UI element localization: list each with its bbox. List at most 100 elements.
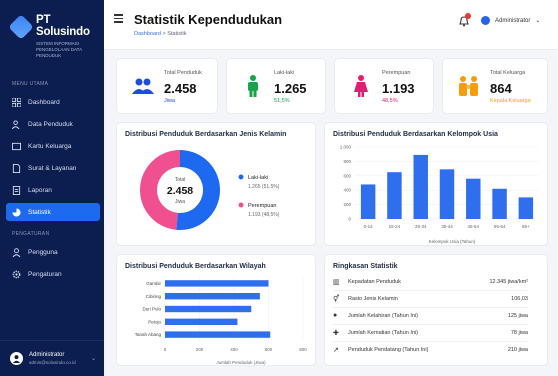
- stat-label: Total Keluarga: [490, 70, 526, 76]
- users-icon: [12, 119, 20, 129]
- sidebar-item-label: Laporan: [28, 186, 52, 194]
- report-icon: [12, 185, 21, 195]
- x-tick-label: 600: [265, 347, 273, 352]
- sidebar-item-label: Dashboard: [28, 98, 60, 106]
- stat-label: Total Penduduk: [164, 70, 202, 76]
- sidebar-item-pengaturan[interactable]: Pengaturan: [6, 265, 100, 283]
- summary-row: ⚥ Rasio Jenis Kelamin 106,03: [333, 295, 528, 303]
- document-icon: [12, 163, 21, 173]
- age-bar-chart: Kelompok Usia (Tahun) 0 200 400 600 800 1.000…: [340, 145, 539, 244]
- region-bar-chart: Jumlah Penduduk (Jiwa) 0 200 400 600 800 Gamb…: [135, 277, 307, 365]
- user-email: admin@solusindo.co.id: [29, 360, 76, 365]
- y-tick-label: 800: [343, 159, 351, 164]
- region-chart-card: Distribusi Penduduk Berdasarkan Wilayah …: [116, 254, 316, 366]
- user-name: Administrator: [29, 352, 65, 358]
- summary-value: 12.345 jiwa/km²: [489, 279, 528, 285]
- bar-15-24: [387, 172, 402, 219]
- bar-Petojo: [165, 318, 238, 325]
- bar-Cibiring: [165, 293, 260, 300]
- donut-center-unit: Jiwa: [175, 199, 185, 205]
- donut-center-label: Total: [175, 177, 186, 183]
- user-icon: [12, 247, 21, 257]
- bar-Tanah Abang: [165, 331, 271, 338]
- summary-label: Jumlah Kelahiran (Tahun Ini): [348, 312, 419, 319]
- summary-label: Jumlah Kematian (Tahun Ini): [348, 330, 419, 336]
- bar-35-44: [439, 169, 455, 219]
- x-axis-label: Kelompok Usia (Tahun): [429, 239, 476, 244]
- pie-chart-icon: [12, 207, 21, 217]
- sidebar-item-data-penduduk[interactable]: Data Penduduk: [6, 115, 100, 133]
- legend-label: Laki-laki: [248, 175, 268, 181]
- sidebar-item-label: Surat & Layanan: [28, 164, 77, 172]
- y-tick-label: Petojo: [148, 319, 161, 324]
- summary-title: Ringkasan Statistik: [333, 263, 398, 270]
- x-tick-label: 400: [230, 347, 238, 352]
- breadcrumb-current: Statistik: [167, 31, 187, 37]
- sidebar-item-dashboard[interactable]: Dashboard: [6, 93, 100, 111]
- y-tick-label: 400: [343, 188, 351, 193]
- sidebar-item-statistik[interactable]: Statistik: [6, 203, 100, 221]
- brand-name: PT Solusindo: [36, 14, 90, 38]
- female-icon: [354, 75, 368, 97]
- summary-row: ✚ Jumlah Kematian (Tahun Ini) 78 jiwa: [333, 329, 528, 337]
- sidebar-item-laporan[interactable]: Laporan: [6, 181, 100, 199]
- divider: [333, 324, 528, 325]
- x-tick-label: 800: [299, 347, 307, 352]
- card-icon: [12, 142, 21, 150]
- sidebar-item-label: Pengguna: [28, 248, 58, 256]
- stat-sub: 48,5%: [382, 98, 398, 104]
- y-tick-label: Gambir: [146, 281, 161, 286]
- x-tick-label: 45-54: [468, 224, 480, 229]
- sidebar-item-label: Statistik: [28, 208, 51, 216]
- stat-card-laki-laki: Laki-laki 1.265 51,5%: [226, 58, 326, 114]
- summary-row: ▥ Kepadatan Penduduk 12.345 jiwa/km²: [333, 278, 528, 286]
- family-icon: [459, 76, 478, 96]
- building-icon: ▥: [333, 279, 340, 286]
- x-tick-label: 0-14: [364, 224, 374, 229]
- bar-65+: [518, 197, 534, 219]
- ratio-icon: ⚥: [333, 296, 340, 303]
- x-tick-label: 15-24: [389, 224, 401, 229]
- user-menu[interactable]: Administrator ⌄: [481, 16, 540, 25]
- menu-icon[interactable]: [114, 14, 123, 25]
- stat-value: 864: [490, 81, 512, 96]
- gender-donut-chart: Total 2.458 Jiwa Laki-laki 1.265 (51,5%)…: [140, 150, 280, 230]
- x-tick-label: 35-44: [441, 224, 453, 229]
- app: PT Solusindo Sistem Informasi Pengelolaa…: [0, 0, 558, 376]
- summary-row: ● Jumlah Kelahiran (Tahun Ini) 125 jiwa: [333, 312, 528, 319]
- legend-detail: 1.193 (48,5%): [248, 212, 280, 218]
- divider: [333, 307, 528, 308]
- legend-detail: 1.265 (51,5%): [248, 184, 280, 190]
- bar-0-14: [360, 184, 376, 219]
- sidebar-item-surat-layanan[interactable]: Surat & Layanan: [6, 159, 100, 177]
- breadcrumb-link[interactable]: Dashboard: [134, 31, 161, 37]
- sidebar-user[interactable]: Administrator admin@solusindo.co.id ⌄: [0, 340, 104, 376]
- sidebar-item-pengguna[interactable]: Pengguna: [6, 243, 100, 261]
- logo: [8, 14, 34, 40]
- bar-Gambir: [165, 280, 269, 287]
- bar-Duri Pulo: [165, 305, 252, 313]
- y-tick-label: 600: [343, 173, 351, 178]
- x-tick-label: 25-34: [415, 224, 427, 229]
- gear-icon: [12, 270, 21, 278]
- sidebar: PT Solusindo Sistem Informasi Pengelolaa…: [0, 0, 104, 376]
- summary-label: Rasio Jenis Kelamin: [348, 296, 398, 302]
- summary-value: 125 jiwa: [507, 312, 528, 319]
- x-tick-label: 200: [196, 347, 204, 352]
- sidebar-section-settings: Pengaturan: [12, 231, 50, 237]
- stat-sub: 51,5%: [274, 98, 290, 104]
- legend-label: Perempuan: [248, 203, 276, 209]
- stat-value: 1.265: [274, 81, 307, 96]
- grid-icon: [12, 97, 21, 107]
- stat-sub: Kepala Keluarga: [490, 98, 531, 104]
- summary-value: 78 jiwa: [510, 330, 528, 336]
- stat-sub: Jiwa: [164, 98, 176, 104]
- donut-center-value: 2.458: [167, 185, 193, 197]
- brand-subtitle-2: Pengelolaan Data Penduduk: [36, 47, 82, 58]
- stat-label: Perempuan: [382, 70, 411, 76]
- sidebar-item-kartu-keluarga[interactable]: Kartu Keluarga: [6, 137, 100, 155]
- user-avatar-icon: [12, 355, 21, 363]
- brand: PT Solusindo Sistem Informasi Pengelolaa…: [0, 0, 104, 59]
- stat-value: 1.193: [382, 81, 415, 96]
- summary-label: Penduduk Pendatang (Tahun Ini): [348, 347, 429, 353]
